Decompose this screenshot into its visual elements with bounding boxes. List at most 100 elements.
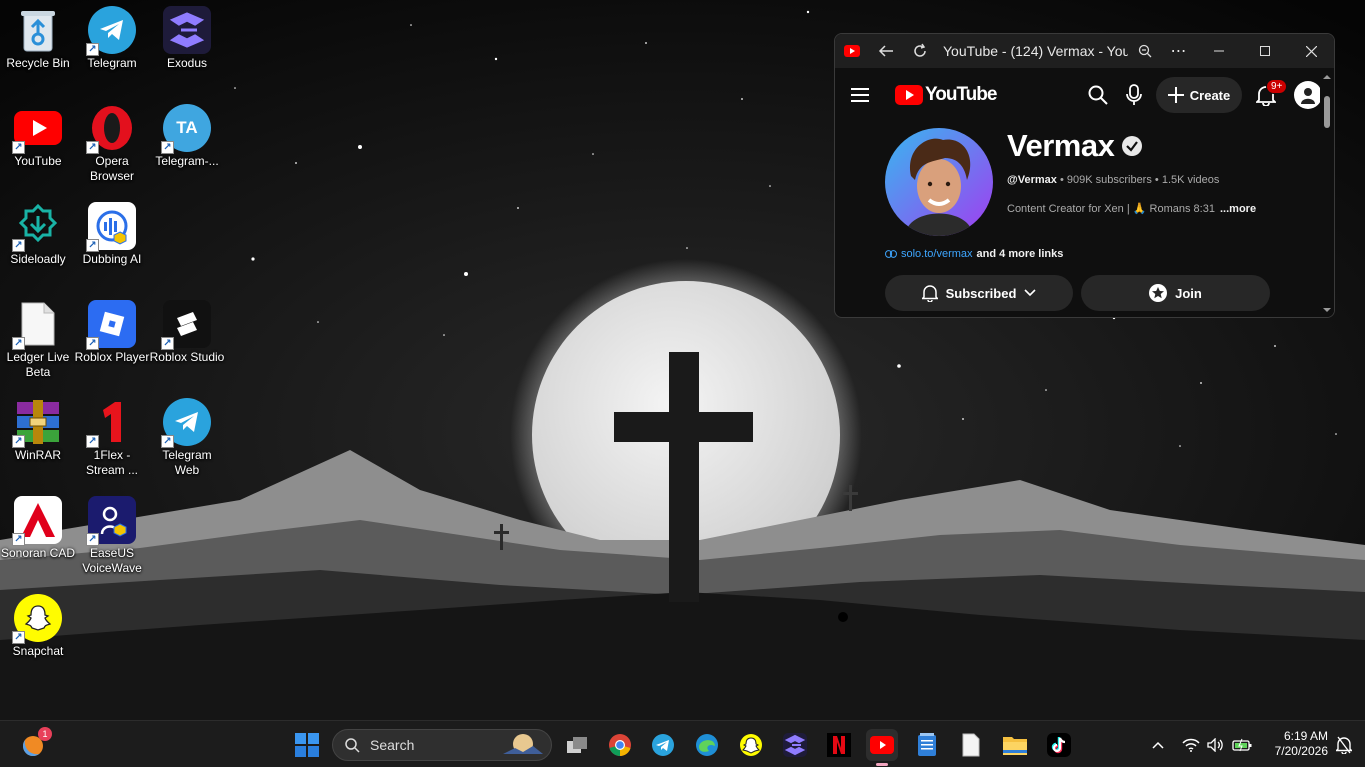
create-button[interactable]: Create <box>1156 77 1242 113</box>
youtube-app-window: YouTube - (124) Vermax - You... ⋯ YouTub… <box>834 33 1335 318</box>
clock[interactable]: 6:19 AM 7/20/2026 <box>1260 729 1328 759</box>
plus-icon <box>1167 87 1184 103</box>
link-icon <box>885 250 897 258</box>
shortcut-arrow-icon: ↗ <box>12 141 25 154</box>
notification-badge: 9+ <box>1266 79 1288 94</box>
refresh-icon[interactable] <box>903 34 937 68</box>
channel-avatar[interactable] <box>885 128 993 236</box>
desktop-icon-easeus-voicewave[interactable]: ↗ EaseUS VoiceWave <box>74 490 150 576</box>
desktop-icon-winrar[interactable]: ↗ WinRAR <box>0 392 76 463</box>
desktop-icon-snapchat[interactable]: ↗ Snapchat <box>0 588 76 659</box>
more-link[interactable]: ...more <box>1220 203 1256 215</box>
hamburger-menu-icon[interactable] <box>851 83 875 107</box>
notepad-icon[interactable] <box>911 729 943 761</box>
shortcut-arrow-icon: ↗ <box>12 239 25 252</box>
file-icon[interactable] <box>955 729 987 761</box>
channel-avatar-image <box>905 138 973 236</box>
desktop-icon-recycle-bin[interactable]: Recycle Bin <box>0 0 76 71</box>
volume-icon <box>1207 738 1223 752</box>
shortcut-arrow-icon: ↗ <box>12 631 25 644</box>
shortcut-arrow-icon: ↗ <box>86 239 99 252</box>
shortcut-arrow-icon: ↗ <box>86 435 99 448</box>
tiktok-icon[interactable] <box>1043 729 1075 761</box>
join-button[interactable]: Join <box>1081 275 1270 311</box>
desktop-icon-telegram-translator[interactable]: TA ↗ Telegram-... <box>149 98 225 169</box>
desktop-icon-telegram[interactable]: ↗ Telegram <box>74 0 150 71</box>
channel-description[interactable]: Content Creator for Xen | 🙏 Romans 8:31 … <box>1007 202 1314 215</box>
youtube-taskbar-icon[interactable] <box>866 729 898 766</box>
easeus-voicewave-icon: ↗ <box>86 496 136 546</box>
scroll-up-icon[interactable] <box>1320 72 1334 82</box>
search-icon[interactable] <box>1080 77 1116 113</box>
notifications-icon[interactable] <box>1332 729 1356 761</box>
desktop-icon-ledger-live-beta[interactable]: ↗ Ledger Live Beta <box>0 294 76 380</box>
more-options-icon[interactable]: ⋯ <box>1162 34 1196 68</box>
subscribed-button[interactable]: Subscribed <box>885 275 1073 311</box>
scroll-down-icon[interactable] <box>1320 305 1334 315</box>
chevron-down-icon <box>1024 289 1036 297</box>
desktop-icon-oneflex[interactable]: ↗ 1Flex - Stream ... <box>74 392 150 478</box>
minimize-button[interactable] <box>1196 34 1242 68</box>
youtube-logo[interactable]: YouTube <box>895 84 997 106</box>
widgets-button[interactable]: 1 <box>16 727 52 761</box>
meta-separator: • <box>1059 174 1067 186</box>
winrar-icon: ↗ <box>12 398 62 448</box>
microphone-icon[interactable] <box>1116 77 1152 113</box>
channel-link[interactable]: solo.to/vermax <box>901 248 973 260</box>
desktop-icon-label: Roblox Studio <box>149 350 225 364</box>
search-icon <box>345 737 360 753</box>
subscribed-label: Subscribed <box>945 285 1017 301</box>
taskbar-search-box[interactable]: Search <box>332 729 552 761</box>
netflix-icon[interactable] <box>823 729 855 761</box>
chrome-icon[interactable] <box>604 729 636 761</box>
desktop-icon-youtube[interactable]: ↗ YouTube <box>0 98 76 169</box>
exodus-taskbar-icon[interactable] <box>779 729 811 761</box>
desktop-icon-label: Exodus <box>166 56 208 70</box>
back-arrow-icon[interactable] <box>869 34 903 68</box>
maximize-button[interactable] <box>1242 34 1288 68</box>
desktop-icon-dubbing-ai[interactable]: ↗ Dubbing AI <box>74 196 150 267</box>
desktop-icon-opera[interactable]: ↗ Opera Browser <box>74 98 150 184</box>
desktop-icon-label: Recycle Bin <box>6 56 70 70</box>
channel-name: Vermax <box>1007 128 1115 163</box>
desktop-icon-roblox-studio[interactable]: ↗ Roblox Studio <box>149 294 225 365</box>
shortcut-arrow-icon: ↗ <box>86 43 99 56</box>
account-avatar[interactable] <box>1294 81 1322 109</box>
youtube-logo-text: YouTube <box>925 84 997 105</box>
shortcut-arrow-icon: ↗ <box>161 435 174 448</box>
show-hidden-icons-chevron-icon[interactable] <box>1144 729 1172 761</box>
desktop-icon-telegram-web[interactable]: ↗ Telegram Web <box>149 392 225 478</box>
zoom-icon[interactable] <box>1128 34 1162 68</box>
task-view-icon[interactable] <box>561 729 593 761</box>
sideloadly-icon: ↗ <box>12 202 62 252</box>
system-tray-quick-settings[interactable] <box>1178 729 1256 761</box>
meta-separator: • <box>1154 174 1162 186</box>
shortcut-arrow-icon: ↗ <box>12 533 25 546</box>
scrollbar-thumb[interactable] <box>1324 96 1330 128</box>
clock-time: 6:19 AM <box>1283 729 1328 743</box>
description-text: Content Creator for Xen | 🙏 Romans 8:31 <box>1007 203 1215 215</box>
desktop-icon-label: Sideloadly <box>10 252 66 266</box>
desktop-icon-sonoran-cad[interactable]: ↗ Sonoran CAD <box>0 490 76 561</box>
start-button[interactable] <box>291 729 323 761</box>
telegram-translator-icon: TA ↗ <box>161 104 211 154</box>
edge-icon[interactable] <box>691 729 723 761</box>
taskbar: 1 Search 6:19 AM 7/20/2026 <box>0 720 1365 767</box>
notifications-bell-icon[interactable]: 9+ <box>1246 77 1288 113</box>
snapchat-taskbar-icon[interactable] <box>735 729 767 761</box>
shortcut-arrow-icon: ↗ <box>161 141 174 154</box>
telegram-taskbar-icon[interactable] <box>647 729 679 761</box>
file-explorer-icon[interactable] <box>999 729 1031 761</box>
close-button[interactable] <box>1288 34 1334 68</box>
more-links-text[interactable]: and 4 more links <box>977 248 1064 260</box>
desktop-icon-roblox-player[interactable]: ↗ Roblox Player <box>74 294 150 365</box>
desktop-icon-exodus[interactable]: Exodus <box>149 0 225 71</box>
channel-handle[interactable]: @Vermax <box>1007 174 1057 186</box>
recycle-bin-icon <box>14 6 62 54</box>
opera-icon: ↗ <box>86 104 136 154</box>
desktop-icon-label: Snapchat <box>12 644 64 658</box>
exodus-icon <box>163 6 211 54</box>
desktop-icon-label: Dubbing AI <box>82 252 142 266</box>
desktop-icon-sideloadly[interactable]: ↗ Sideloadly <box>0 196 76 267</box>
window-titlebar: YouTube - (124) Vermax - You... ⋯ <box>835 34 1334 68</box>
